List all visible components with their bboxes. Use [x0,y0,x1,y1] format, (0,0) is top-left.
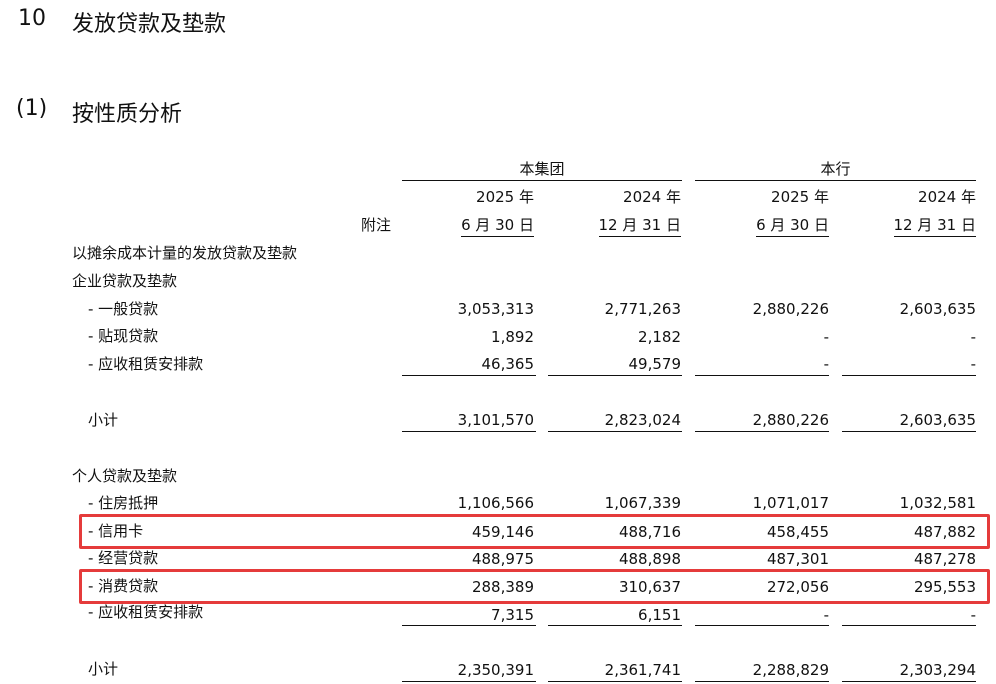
rule [842,625,976,626]
table-cell: 2,288,829 [752,661,829,679]
table-cell: 2,880,226 [752,300,829,318]
corporate-row-label: - 应收租赁安排款 [88,355,204,373]
table-cell: 2,350,391 [457,661,534,679]
corporate-heading: 企业贷款及垫款 [72,272,178,290]
table-cell: 487,301 [766,550,829,568]
col4-date: 12 月 31 日 [893,214,976,237]
rule [402,431,536,432]
table-cell: 2,603,635 [899,300,976,318]
rule [548,431,682,432]
group-header-rule-bank [695,180,976,181]
personal-heading: 个人贷款及垫款 [72,467,178,485]
note-header: 附注 [361,216,392,234]
table-cell: - [823,328,829,346]
table-cell: 2,603,635 [899,411,976,429]
table-cell: 2,361,741 [604,661,681,679]
table-cell: 6,151 [638,606,681,624]
rule [548,375,682,376]
personal-row-label: - 住房抵押 [88,494,159,512]
highlight-consumer-loans-row [79,569,990,604]
group-header-rule-group [402,180,682,181]
corporate-row-label: - 贴现贷款 [88,327,159,345]
col2-date: 12 月 31 日 [598,214,681,237]
table-cell: 7,315 [491,606,534,624]
personal-row-label: - 应收租赁安排款 [88,603,204,621]
rule [548,681,682,682]
rule [695,625,829,626]
table-cell: - [823,606,829,624]
rule [402,375,536,376]
table-cell: 1,032,581 [899,494,976,512]
subsection-number: (1) [16,96,48,121]
table-cell: 1,106,566 [457,494,534,512]
col2-year: 2024 年 [623,188,681,206]
subsection-title: 按性质分析 [72,102,183,127]
col3-year: 2025 年 [771,188,829,206]
rule [695,431,829,432]
table-cell: 2,182 [638,328,681,346]
highlight-credit-card-row [79,514,990,549]
rule [695,681,829,682]
table-title-row: 以摊余成本计量的发放贷款及垫款 [72,244,298,262]
table-cell: 3,053,313 [457,300,534,318]
table-cell: 488,975 [471,550,534,568]
table-cell: 3,101,570 [457,411,534,429]
rule [548,625,682,626]
table-cell: 2,823,024 [604,411,681,429]
rule [842,681,976,682]
table-cell: - [970,328,976,346]
table-cell: - [970,355,976,373]
table-cell: 46,365 [481,355,535,373]
rule [695,375,829,376]
col4-year: 2024 年 [918,188,976,206]
rule [842,431,976,432]
table-cell: 1,892 [491,328,534,346]
table-cell: 488,898 [618,550,681,568]
section-title: 发放贷款及垫款 [72,12,227,37]
personal-subtotal-label: 小计 [88,660,119,678]
rule [402,681,536,682]
table-cell: 487,278 [913,550,976,568]
col1-year: 2025 年 [476,188,534,206]
table-cell: 49,579 [628,355,682,373]
table-cell: 1,071,017 [752,494,829,512]
table-cell: 2,303,294 [899,661,976,679]
corporate-subtotal-label: 小计 [88,411,119,429]
col1-date: 6 月 30 日 [461,214,534,237]
group-header-bank: 本行 [820,160,851,178]
table-cell: 2,880,226 [752,411,829,429]
group-header-group: 本集团 [519,160,565,178]
table-cell: - [823,355,829,373]
corporate-row-label: - 一般贷款 [88,300,159,318]
table-cell: 1,067,339 [604,494,681,512]
rule [842,375,976,376]
section-number: 10 [18,6,46,31]
table-cell: - [970,606,976,624]
col3-date: 6 月 30 日 [756,214,829,237]
personal-row-label: - 经营贷款 [88,549,159,567]
rule [402,625,536,626]
table-cell: 2,771,263 [604,300,681,318]
